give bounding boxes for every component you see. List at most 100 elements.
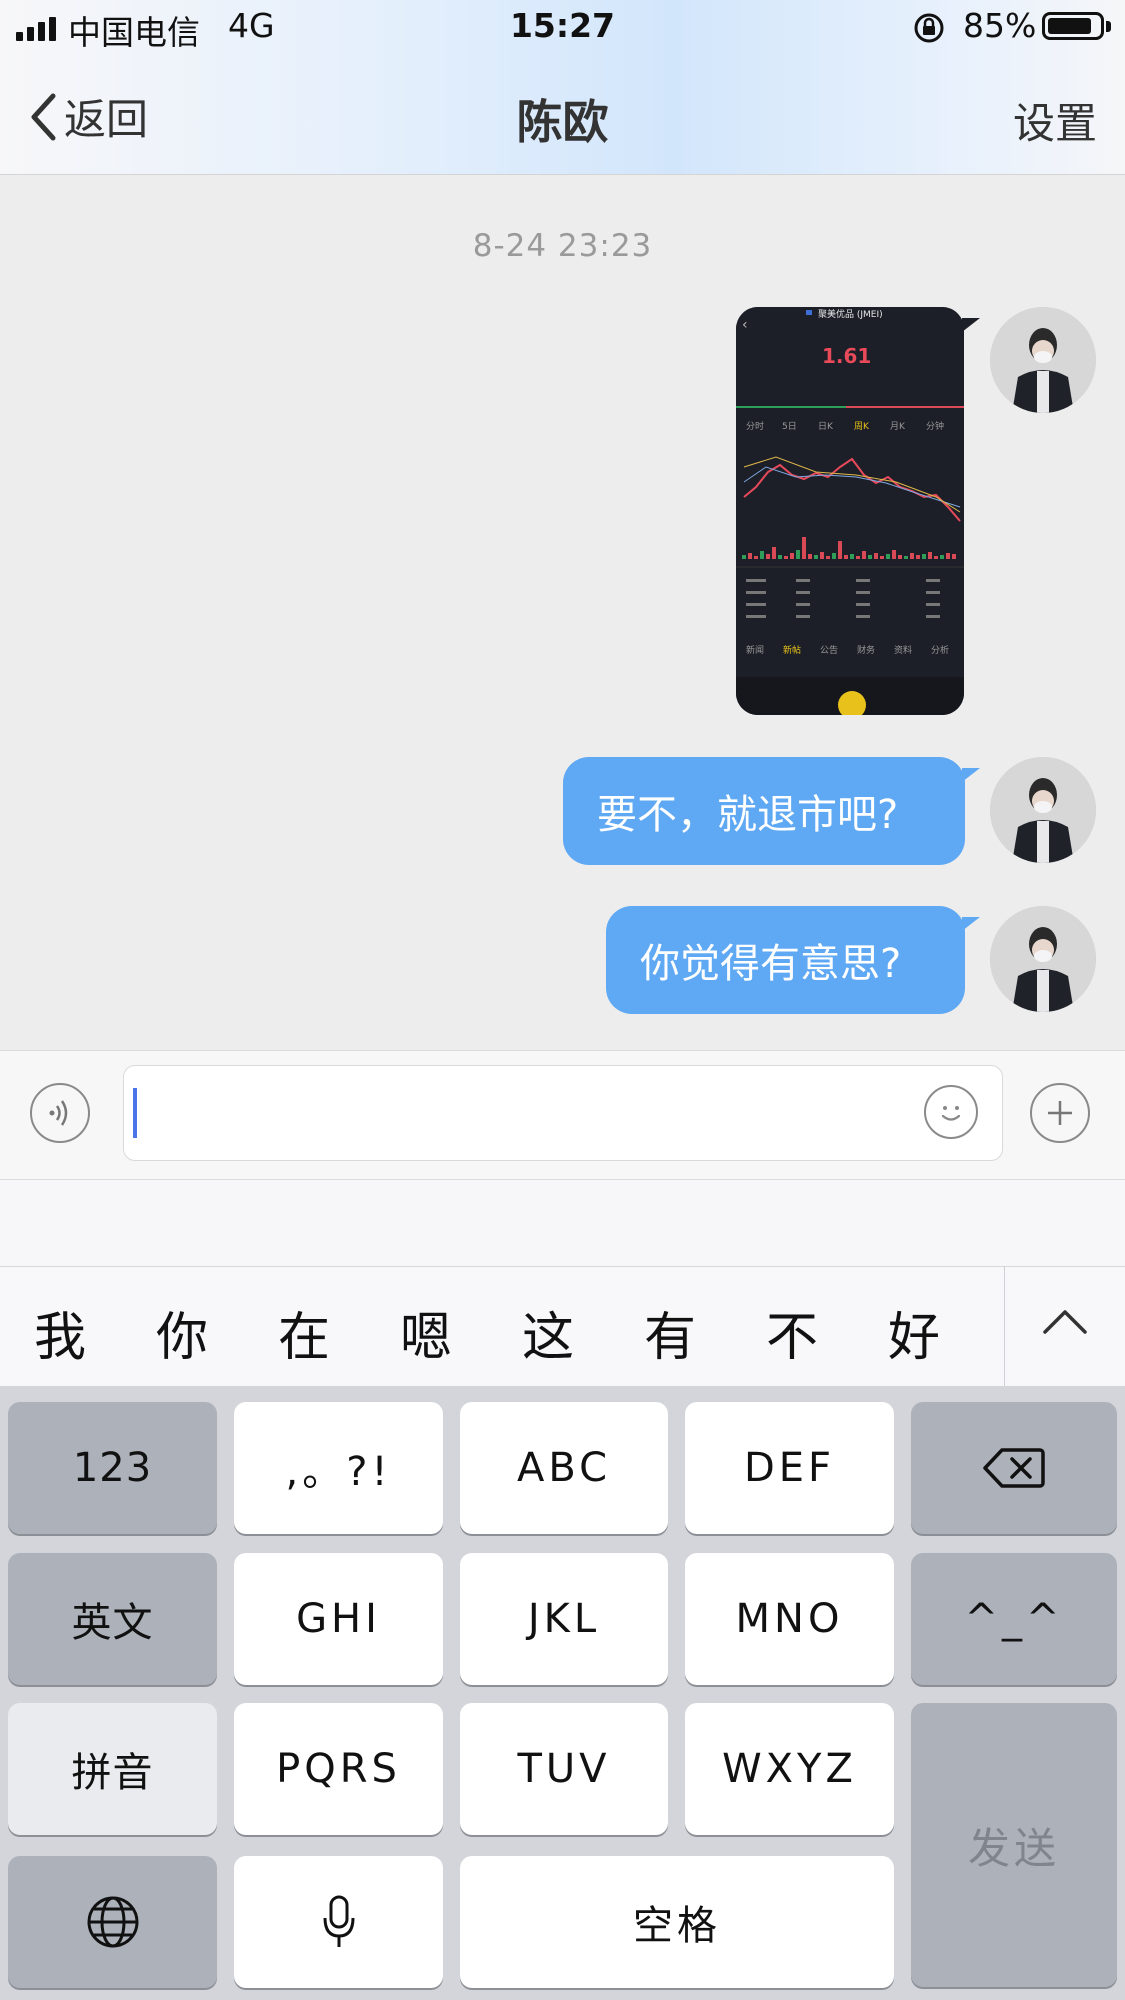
settings-button[interactable]: 设置 [1013, 90, 1097, 151]
message-input[interactable] [123, 1065, 1003, 1161]
stock-name: 聚美优品 (JMEI) [818, 308, 883, 320]
stock-tab: 5日 [782, 421, 797, 432]
stock-tab: 分钟 [926, 420, 944, 432]
stock-volume-bar [754, 556, 758, 559]
stock-tab: 分时 [746, 420, 764, 432]
key-def[interactable]: DEF [685, 1402, 894, 1534]
battery-percent: 85% [963, 6, 1037, 45]
image-message[interactable]: 聚美优品 (JMEI) ‹ 1.61 分时 5日 日K 周K 月K 分钟 新闻 新帖 公告 财务… [736, 307, 964, 715]
stock-bottom-tab: 分析 [931, 644, 949, 656]
key-mno[interactable]: MNO [685, 1553, 894, 1685]
stock-volume-bar [838, 541, 842, 559]
stock-volume-bar [928, 552, 932, 559]
stock-volume-bar [778, 555, 782, 559]
stock-volume-bar [898, 555, 902, 559]
stock-volume-bar [772, 547, 776, 559]
stock-volume-bar [814, 555, 818, 559]
stock-volume-bar [904, 556, 908, 559]
globe-key[interactable] [8, 1856, 217, 1988]
stock-volume-bar [874, 553, 878, 559]
key-english[interactable]: 英文 [8, 1553, 217, 1685]
message-text: 你觉得有意思? [640, 941, 902, 987]
delete-key[interactable] [911, 1402, 1117, 1534]
key-pqrs[interactable]: PQRS [234, 1703, 443, 1835]
stock-volume-bar [946, 553, 950, 559]
user-avatar-image [990, 757, 1096, 863]
keyboard-accessory-area [0, 1180, 1125, 1266]
avatar[interactable] [990, 906, 1096, 1012]
key-jkl[interactable]: JKL [460, 1553, 668, 1685]
bubble-tail [962, 917, 980, 931]
candidate-word[interactable]: 有 [630, 1295, 710, 1370]
key-pinyin[interactable]: 拼音 [8, 1703, 217, 1835]
stock-volume-bar [880, 556, 884, 559]
stock-bottom-tab: 财务 [857, 644, 875, 656]
stock-volume-bar [790, 553, 794, 559]
message-text: 要不，就退市吧? [597, 792, 899, 838]
send-key[interactable]: 发送 [911, 1703, 1117, 1987]
message-bubble[interactable]: 要不，就退市吧? [563, 757, 965, 865]
key-punctuation[interactable]: ,。?! [234, 1402, 443, 1534]
user-avatar-image [990, 307, 1096, 413]
chevron-up-icon [1043, 1310, 1087, 1334]
candidate-word[interactable]: 嗯 [386, 1295, 466, 1370]
candidate-word[interactable]: 这 [508, 1295, 588, 1370]
stock-bottom-tab: 新闻 [746, 644, 764, 656]
stock-volume-bar [916, 555, 920, 559]
stock-tab: 月K [890, 421, 906, 432]
stock-volume-bar [934, 556, 938, 559]
microphone-icon [323, 1895, 354, 1947]
stock-volume-bar [832, 553, 836, 559]
stock-volume-bar [862, 551, 866, 559]
plus-icon [1048, 1101, 1072, 1125]
text-cursor [133, 1088, 137, 1138]
stock-volume-bar [868, 555, 872, 559]
emoji-icon [941, 1106, 961, 1121]
stock-volume-bar [952, 554, 956, 559]
candidate-word[interactable]: 我 [20, 1295, 100, 1370]
stock-volume-bar [856, 556, 860, 559]
emoji-button[interactable] [924, 1085, 978, 1139]
candidate-word[interactable]: 在 [264, 1295, 344, 1370]
image-bubble-tail [962, 318, 980, 332]
stock-volume-bar [826, 556, 830, 559]
backspace-icon [983, 1448, 1045, 1488]
avatar[interactable] [990, 757, 1096, 863]
candidate-word[interactable]: 好 [874, 1295, 954, 1370]
stock-volume-bar [892, 550, 896, 559]
add-button[interactable] [1030, 1083, 1090, 1143]
stock-volume-bar [922, 554, 926, 559]
bubble-tail [962, 768, 980, 782]
stock-volume-bar [802, 537, 806, 559]
stock-price: 1.61 [822, 344, 871, 368]
candidate-word[interactable]: 不 [752, 1295, 832, 1370]
voice-icon [49, 1100, 68, 1126]
stock-volume-bar [940, 555, 944, 559]
stock-volume-bar [748, 553, 752, 559]
candidate-word[interactable]: 你 [142, 1295, 222, 1370]
message-bubble[interactable]: 你觉得有意思? [606, 906, 965, 1014]
avatar[interactable] [990, 307, 1096, 413]
stock-volume-bar [844, 555, 848, 559]
stock-bottom-tab: 资料 [894, 644, 912, 656]
stock-volume-bar [886, 554, 890, 559]
battery-icon [1042, 12, 1104, 40]
key-tuv[interactable]: TUV [460, 1703, 668, 1835]
voice-button[interactable] [30, 1083, 90, 1143]
collapse-candidates-button[interactable] [1040, 1304, 1090, 1342]
stock-screenshot-image: 聚美优品 (JMEI) ‹ 1.61 分时 5日 日K 周K 月K 分钟 新闻 新帖 公告 财务… [736, 307, 964, 715]
stock-tab: 周K [854, 421, 870, 432]
space-key[interactable]: 空格 [460, 1856, 894, 1988]
key-wxyz[interactable]: WXYZ [685, 1703, 894, 1835]
key-ghi[interactable]: GHI [234, 1553, 443, 1685]
svg-text:‹: ‹ [742, 317, 748, 333]
dictation-key[interactable] [234, 1856, 443, 1988]
key-abc[interactable]: ABC [460, 1402, 668, 1534]
key-emoticon[interactable]: ^_^ [911, 1553, 1117, 1685]
stock-volume-bar [796, 550, 800, 559]
stock-bottom-tab: 公告 [820, 644, 838, 656]
stock-volume-bar [820, 552, 824, 559]
stock-volume-bar [784, 556, 788, 559]
key-123[interactable]: 123 [8, 1402, 217, 1534]
stock-volume-bar [850, 554, 854, 559]
